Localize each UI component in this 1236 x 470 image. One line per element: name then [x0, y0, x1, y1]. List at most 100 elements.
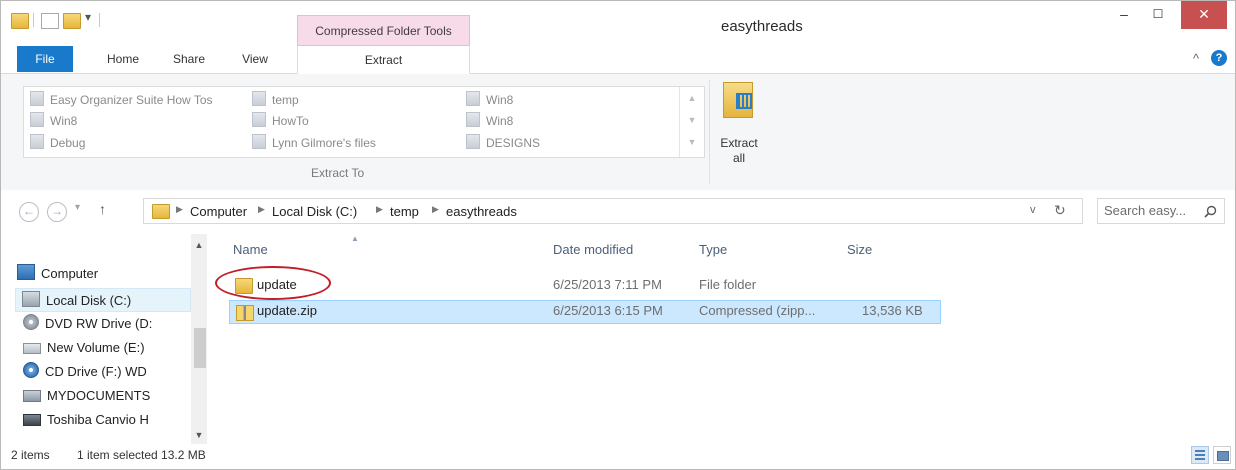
breadcrumb-computer[interactable]: Computer	[190, 204, 247, 219]
extract-to-item[interactable]: Easy Organizer Suite How Tos	[30, 90, 213, 110]
minimize-button[interactable]: –	[1107, 1, 1141, 29]
search-input[interactable]: Search easy...	[1097, 198, 1225, 224]
extract-to-item[interactable]: temp	[252, 90, 299, 110]
usb-drive-icon	[23, 414, 41, 426]
nav-item-label: New Volume (E:)	[47, 340, 145, 355]
nav-item-dvd[interactable]: DVD RW Drive (D:	[17, 312, 191, 336]
nav-item-computer[interactable]: Computer	[17, 262, 191, 286]
gallery-scroll[interactable]: ▲ ▼ ▼	[679, 87, 704, 157]
extract-to-gallery: Easy Organizer Suite How Tos temp Win8 W…	[23, 86, 705, 158]
nav-item-toshiba[interactable]: Toshiba Canvio H	[17, 408, 191, 432]
chevron-right-icon[interactable]: ▶	[432, 204, 439, 215]
nav-scrollbar[interactable]: ▲ ▼	[191, 234, 207, 444]
window-title: easythreads	[721, 18, 803, 35]
refresh-icon[interactable]: ↻	[1054, 202, 1066, 219]
extract-to-item[interactable]: Win8	[30, 111, 77, 131]
extract-to-item-label: Win8	[50, 114, 78, 128]
search-placeholder: Search easy...	[1104, 203, 1187, 218]
nav-item-label: Computer	[41, 266, 99, 281]
nav-item-local-disk[interactable]: Local Disk (C:)	[15, 288, 191, 312]
tab-home[interactable]: Home	[95, 45, 151, 73]
file-name: update.zip	[257, 303, 317, 318]
nav-item-label: Local Disk (C:)	[46, 293, 132, 308]
file-row[interactable]: update 6/25/2013 7:11 PM File folder	[229, 274, 941, 298]
nav-item-label: MYDOCUMENTS	[47, 388, 151, 403]
column-header-date[interactable]: Date modified	[553, 242, 633, 257]
chevron-right-icon[interactable]: ▶	[258, 204, 265, 215]
folder-icon	[252, 134, 266, 149]
dvd-icon	[23, 314, 39, 330]
scroll-down-icon[interactable]: ▼	[191, 430, 207, 440]
status-bar: 2 items 1 item selected 13.2 MB	[1, 444, 1235, 469]
scroll-up-icon[interactable]: ▲	[191, 240, 207, 250]
column-header-size[interactable]: Size	[847, 242, 872, 257]
extract-to-group-label: Extract To	[311, 166, 365, 180]
extract-to-item[interactable]: Win8	[466, 111, 513, 131]
scroll-thumb[interactable]	[194, 328, 206, 368]
divider	[99, 13, 100, 27]
large-icons-view-button[interactable]	[1213, 446, 1231, 464]
extract-to-item-label: Easy Organizer Suite How Tos	[50, 93, 213, 107]
column-header-type[interactable]: Type	[699, 242, 727, 257]
folder-icon	[466, 134, 480, 149]
extract-to-item[interactable]: Debug	[30, 133, 85, 153]
sort-indicator-icon: ▲	[351, 234, 359, 243]
address-bar[interactable]: ▶ Computer ▶ Local Disk (C:) ▶ temp ▶ ea…	[143, 198, 1083, 224]
zip-extract-icon	[723, 82, 753, 118]
chevron-right-icon[interactable]: ▶	[376, 204, 383, 215]
folder-icon	[252, 112, 266, 127]
maximize-button[interactable]: ☐	[1141, 1, 1175, 29]
folder-icon	[252, 91, 266, 106]
new-folder-icon[interactable]	[63, 13, 81, 29]
tab-extract[interactable]: Extract	[297, 45, 470, 74]
recent-locations-icon[interactable]: ▾	[75, 202, 80, 213]
breadcrumb-easythreads[interactable]: easythreads	[446, 204, 517, 219]
folder-icon	[466, 112, 480, 127]
tab-file[interactable]: File	[17, 46, 73, 72]
extract-to-item[interactable]: HowTo	[252, 111, 309, 131]
nav-item-label: CD Drive (F:) WD	[45, 364, 147, 379]
extract-to-item-label: Win8	[486, 93, 514, 107]
cd-icon	[23, 362, 39, 378]
extract-to-item[interactable]: Win8	[466, 90, 513, 110]
close-button[interactable]: ✕	[1181, 1, 1227, 29]
extract-all-label: Extract all	[720, 136, 758, 165]
extract-to-item-label: HowTo	[272, 114, 309, 128]
file-type: File folder	[699, 277, 757, 292]
file-type: Compressed (zipp...	[699, 303, 816, 318]
nav-item-cd-drive[interactable]: CD Drive (F:) WD	[17, 360, 191, 384]
scroll-up-icon[interactable]: ▲	[680, 93, 704, 103]
up-button[interactable]: ↑	[99, 201, 106, 217]
tab-view[interactable]: View	[227, 45, 283, 73]
drive-icon	[23, 343, 41, 354]
gallery-more-icon[interactable]: ▼	[680, 137, 704, 147]
breadcrumb-local-disk[interactable]: Local Disk (C:)	[272, 204, 357, 219]
back-button[interactable]: ←	[19, 202, 39, 222]
extract-to-item-label: DESIGNS	[486, 136, 541, 150]
collapse-ribbon-icon[interactable]: ^	[1193, 51, 1199, 66]
scroll-down-icon[interactable]: ▼	[680, 115, 704, 125]
help-icon[interactable]: ?	[1211, 50, 1227, 66]
column-header-name[interactable]: Name	[233, 242, 268, 257]
address-dropdown-icon[interactable]: v	[1030, 204, 1036, 216]
nav-item-new-volume[interactable]: New Volume (E:)	[17, 336, 191, 360]
details-view-button[interactable]	[1191, 446, 1209, 464]
search-icon[interactable]	[1204, 205, 1217, 218]
extract-to-item-label: Lynn Gilmore's files	[272, 136, 376, 150]
customize-qat-icon[interactable]: ▾	[85, 10, 91, 24]
properties-icon[interactable]	[41, 13, 59, 29]
chevron-right-icon[interactable]: ▶	[176, 204, 183, 215]
nav-item-mydocuments[interactable]: MYDOCUMENTS	[17, 384, 191, 408]
extract-all-button[interactable]: Extract all	[713, 80, 765, 165]
extract-to-item[interactable]: Lynn Gilmore's files	[252, 133, 376, 153]
extract-to-item[interactable]: DESIGNS	[466, 133, 540, 153]
folder-icon	[11, 13, 29, 29]
network-drive-icon	[23, 390, 41, 402]
zip-folder-icon	[236, 305, 254, 321]
forward-button[interactable]: →	[47, 202, 67, 222]
file-row-selected[interactable]: update.zip 6/25/2013 6:15 PM Compressed …	[229, 300, 941, 324]
extract-to-item-label: Win8	[486, 114, 514, 128]
tab-share[interactable]: Share	[161, 45, 217, 73]
breadcrumb-temp[interactable]: temp	[390, 204, 419, 219]
extract-to-item-label: Debug	[50, 136, 86, 150]
